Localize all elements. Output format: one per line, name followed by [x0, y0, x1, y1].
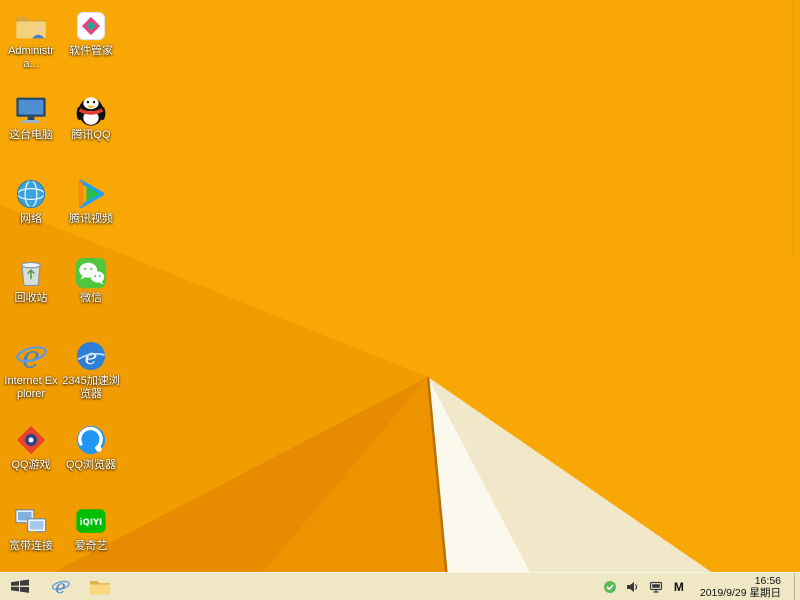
clock-time: 16:56: [754, 574, 781, 587]
desktop-icon-label: QQ游戏: [11, 459, 51, 471]
ie-icon: e: [13, 338, 49, 374]
clock-date: 2019/9/29 星期日: [699, 586, 781, 599]
play-icon: [73, 176, 109, 212]
desktop-icon-tencent-video[interactable]: 腾讯视频: [62, 176, 120, 226]
desktop-icon-label: 网络: [20, 213, 42, 225]
qq-games-icon: [13, 422, 49, 458]
desktop-icon-software-manager[interactable]: 软件管家: [62, 8, 120, 58]
system-tray: M 16:56 2019/9/29 星期日: [602, 572, 800, 600]
desktop-icon-administrator[interactable]: Administra...: [2, 8, 60, 70]
taskbar: e M 16:56 2019/9/29 星期日: [0, 572, 800, 600]
taskbar-ie-button[interactable]: e: [40, 573, 80, 600]
desktop-icon-iqiyi[interactable]: iQIYI 爱奇艺: [62, 503, 120, 553]
desktop-icon-label: 2345加速浏览器: [62, 375, 120, 400]
desktop-icon-broadband[interactable]: 宽带连接: [2, 503, 60, 553]
wechat-icon: [73, 255, 109, 291]
tray-security-icon[interactable]: [602, 579, 618, 595]
desktop-icon-label: 微信: [80, 292, 102, 304]
volume-icon[interactable]: [625, 579, 641, 595]
broadband-connection-icon: [13, 503, 49, 539]
desktop-icon-label: 宽带连接: [9, 540, 53, 552]
desktop-icon-label: Internet Explorer: [4, 375, 58, 400]
taskbar-explorer-button[interactable]: [80, 573, 120, 600]
desktop-icon-qq-browser[interactable]: QQ浏览器: [62, 422, 120, 472]
qq-penguin-icon: [73, 92, 109, 128]
desktop-icon-label: QQ浏览器: [65, 459, 117, 471]
desktop-icon-this-pc[interactable]: 这台电脑: [2, 92, 60, 142]
desktop-icon-label: 腾讯QQ: [71, 129, 111, 141]
desktop-icon-wechat[interactable]: 微信: [62, 255, 120, 305]
start-button[interactable]: [0, 573, 40, 600]
iqiyi-icon: iQIYI: [73, 503, 109, 539]
desktop-icon-recycle-bin[interactable]: 回收站: [2, 255, 60, 305]
desktop-icon-label: 这台电脑: [9, 129, 53, 141]
network-icon[interactable]: [648, 579, 664, 595]
computer-icon: [13, 92, 49, 128]
desktop-icon-label: Administra...: [8, 45, 54, 70]
software-manager-icon: [73, 8, 109, 44]
desktop: Administra... 这台电脑 网络 回收站 e Internet Exp…: [0, 0, 800, 600]
input-method-indicator[interactable]: M: [671, 580, 687, 594]
folder-icon: [90, 580, 110, 594]
svg-text:e: e: [85, 345, 98, 370]
globe-icon: [13, 176, 49, 212]
clock[interactable]: 16:56 2019/9/29 星期日: [694, 575, 787, 599]
desktop-icon-internet-explorer[interactable]: e Internet Explorer: [2, 338, 60, 400]
desktop-icon-label: 软件管家: [69, 45, 113, 57]
wallpaper: [0, 0, 800, 600]
desktop-icon-label: 爱奇艺: [74, 540, 108, 552]
2345-browser-icon: e: [73, 338, 109, 374]
desktop-icon-label: 回收站: [14, 292, 48, 304]
ie-icon: e: [51, 578, 70, 597]
recycle-bin-icon: [13, 255, 49, 291]
desktop-icon-label: 腾讯视频: [69, 213, 113, 225]
desktop-icon-2345-browser[interactable]: e 2345加速浏览器: [62, 338, 120, 400]
svg-text:e: e: [22, 340, 40, 374]
user-folder-icon: [13, 8, 49, 44]
desktop-icon-qq-games[interactable]: QQ游戏: [2, 422, 60, 472]
windows-logo-icon: [11, 579, 29, 593]
show-desktop-button[interactable]: [794, 572, 800, 600]
svg-text:iQIYI: iQIYI: [80, 517, 102, 527]
desktop-icon-tencent-qq[interactable]: 腾讯QQ: [62, 92, 120, 142]
qq-browser-icon: [73, 422, 109, 458]
desktop-icon-network[interactable]: 网络: [2, 176, 60, 226]
